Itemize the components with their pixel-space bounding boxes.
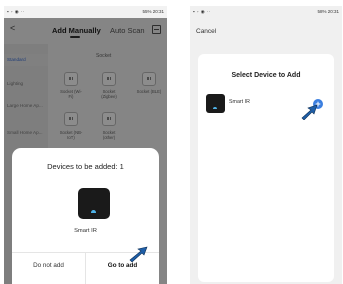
smart-ir-device-image xyxy=(206,94,225,113)
do-not-add-button[interactable]: Do not add xyxy=(12,262,85,269)
select-device-card: Select Device to Add Smart IR xyxy=(198,54,334,282)
cancel-button[interactable]: Cancel xyxy=(196,28,216,35)
status-bar: ▪ ◦ ◉ ·· 58% 20:31 xyxy=(190,6,342,18)
card-title: Select Device to Add xyxy=(231,72,301,79)
status-icons: ▪ ◦ ◉ ·· xyxy=(7,9,25,14)
status-icons: ▪ ◦ ◉ ·· xyxy=(193,9,211,14)
status-battery-time: 55% 20:31 xyxy=(142,9,164,14)
wifi-icon xyxy=(91,210,96,213)
right-phone-screen: ▪ ◦ ◉ ·· 58% 20:31 Cancel Select Device … xyxy=(190,6,342,284)
arrow-pointer-icon xyxy=(129,246,148,262)
device-name: Smart IR xyxy=(229,99,250,105)
arrow-pointer-icon xyxy=(301,104,318,120)
go-to-add-button[interactable]: Go to add xyxy=(86,262,159,269)
devices-to-add-dialog: Devices to be added: 1 Smart IR Do not a… xyxy=(12,148,159,284)
smart-ir-device-image xyxy=(78,188,110,219)
device-name: Smart IR xyxy=(74,228,97,234)
dialog-title: Devices to be added: 1 xyxy=(47,162,124,171)
status-bar: ▪ ◦ ◉ ·· 55% 20:31 xyxy=(4,6,167,18)
wifi-icon xyxy=(213,107,217,109)
status-battery-time: 58% 20:31 xyxy=(317,9,339,14)
left-phone-screen: ▪ ◦ ◉ ·· 55% 20:31 < Add Manually Auto S… xyxy=(4,6,167,284)
